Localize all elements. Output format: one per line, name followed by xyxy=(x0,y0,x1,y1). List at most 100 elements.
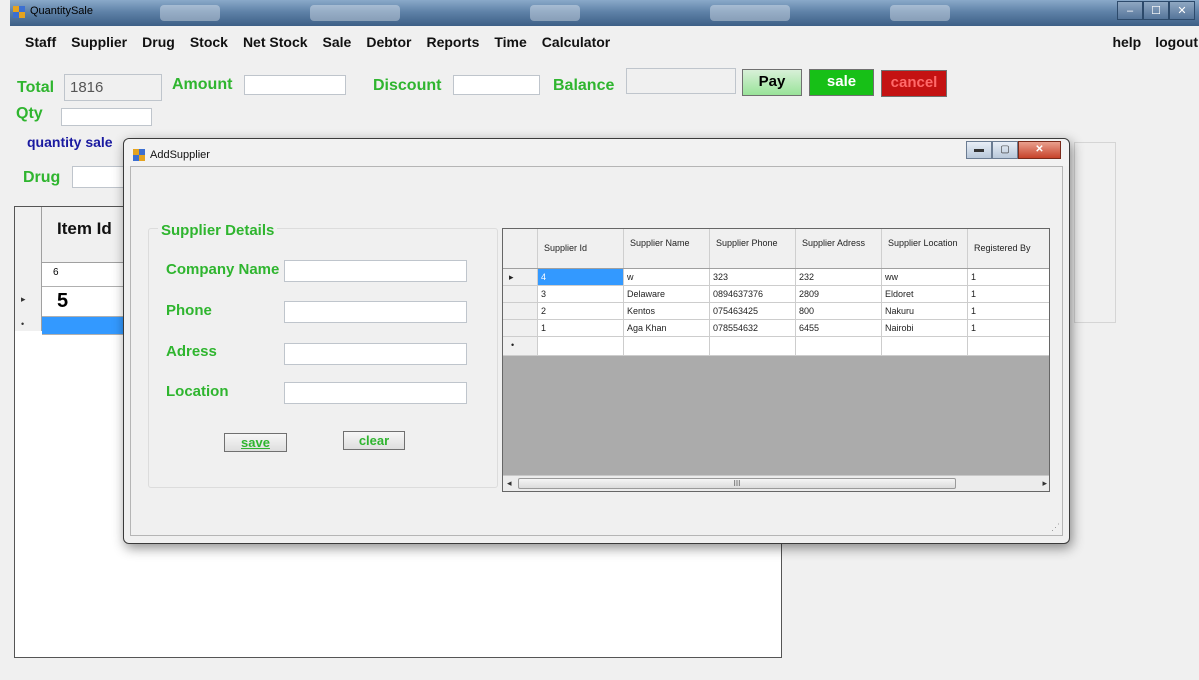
table-cell[interactable]: w xyxy=(624,269,710,285)
table-cell[interactable]: 078554632 xyxy=(710,320,796,336)
table-cell[interactable]: Aga Khan xyxy=(624,320,710,336)
balance-field[interactable] xyxy=(626,68,736,94)
close-button[interactable]: ✕ xyxy=(1169,1,1195,20)
cancel-button[interactable]: cancel xyxy=(881,70,947,97)
column-header[interactable]: Supplier Adress xyxy=(796,229,882,268)
table-cell[interactable] xyxy=(538,337,624,355)
table-cell[interactable]: 075463425 xyxy=(710,303,796,319)
minimize-button[interactable]: – xyxy=(1117,1,1143,20)
app-icon xyxy=(13,6,25,18)
table-cell[interactable] xyxy=(882,337,968,355)
supplier-details-title: Supplier Details xyxy=(158,222,278,239)
menu-help[interactable]: help xyxy=(1112,34,1141,50)
table-cell[interactable]: Kentos xyxy=(624,303,710,319)
table-cell[interactable]: Nakuru xyxy=(882,303,968,319)
table-cell[interactable]: ww xyxy=(882,269,968,285)
table-cell[interactable]: 2 xyxy=(538,303,624,319)
table-cell[interactable]: Delaware xyxy=(624,286,710,302)
total-field[interactable]: 1816 xyxy=(64,74,162,101)
clear-button[interactable]: clear xyxy=(343,431,405,450)
amount-input[interactable] xyxy=(244,75,346,95)
table-row[interactable]: 2 Kentos 075463425 800 Nakuru 1 xyxy=(503,303,1049,320)
item-id-cell[interactable]: 5 xyxy=(57,290,68,313)
app-root: QuantitySale – ☐ ✕ Staff Supplier Drug S… xyxy=(0,0,1199,680)
dialog-close-button[interactable]: ✕ xyxy=(1018,141,1061,159)
table-cell[interactable]: 1 xyxy=(968,269,1049,285)
column-header[interactable]: Supplier Phone xyxy=(710,229,796,268)
table-row-new[interactable]: • xyxy=(503,337,1049,356)
table-row[interactable]: 1 Aga Khan 078554632 6455 Nairobi 1 xyxy=(503,320,1049,337)
table-cell[interactable]: 3 xyxy=(538,286,624,302)
qty-input[interactable] xyxy=(61,108,152,126)
menu-staff[interactable]: Staff xyxy=(25,34,56,50)
supplier-grid[interactable]: Supplier Id Supplier Name Supplier Phone… xyxy=(502,228,1050,492)
scroll-right-icon[interactable]: ▸ xyxy=(1042,478,1047,489)
quantity-sale-label: quantity sale xyxy=(27,134,113,150)
menu-net-stock[interactable]: Net Stock xyxy=(243,34,308,50)
scroll-left-icon[interactable]: ◂ xyxy=(507,478,512,489)
dialog-body: Supplier Details Company Name Phone Adre… xyxy=(130,166,1063,536)
menu-reports[interactable]: Reports xyxy=(426,34,479,50)
table-cell[interactable]: 1 xyxy=(968,320,1049,336)
table-cell[interactable] xyxy=(710,337,796,355)
right-panel xyxy=(1074,142,1116,323)
table-cell[interactable]: Nairobi xyxy=(882,320,968,336)
location-input[interactable] xyxy=(284,382,467,404)
column-header[interactable]: Supplier Name xyxy=(624,229,710,268)
location-label: Location xyxy=(166,383,229,400)
menu-debtor[interactable]: Debtor xyxy=(366,34,411,50)
grid-row-header xyxy=(15,207,42,331)
save-button[interactable]: save xyxy=(224,433,287,452)
item-id-cell[interactable]: 6 xyxy=(53,267,59,278)
discount-label: Discount xyxy=(373,77,442,94)
discount-input[interactable] xyxy=(453,75,540,95)
table-cell[interactable]: 4 xyxy=(538,269,624,285)
table-cell[interactable]: Eldoret xyxy=(882,286,968,302)
address-input[interactable] xyxy=(284,343,467,365)
table-cell[interactable]: 1 xyxy=(968,303,1049,319)
window-title: QuantitySale xyxy=(30,5,93,17)
menu-stock[interactable]: Stock xyxy=(190,34,228,50)
dialog-titlebar[interactable]: AddSupplier ▬ ▢ ✕ xyxy=(124,139,1069,166)
maximize-button[interactable]: ☐ xyxy=(1143,1,1169,20)
scroll-thumb[interactable]: III xyxy=(518,478,956,489)
resize-grip-icon[interactable]: ⋰ xyxy=(1051,522,1060,533)
menu-time[interactable]: Time xyxy=(494,34,526,50)
menu-drug[interactable]: Drug xyxy=(142,34,175,50)
menu-supplier[interactable]: Supplier xyxy=(71,34,127,50)
table-cell[interactable]: 232 xyxy=(796,269,882,285)
table-row[interactable]: 3 Delaware 0894637376 2809 Eldoret 1 xyxy=(503,286,1049,303)
sale-button[interactable]: sale xyxy=(809,69,874,96)
column-header[interactable]: Registered By xyxy=(968,229,1049,268)
table-cell[interactable]: 0894637376 xyxy=(710,286,796,302)
address-label: Adress xyxy=(166,343,217,360)
menu-calculator[interactable]: Calculator xyxy=(542,34,610,50)
menu-bar: Staff Supplier Drug Stock Net Stock Sale… xyxy=(10,26,1199,60)
column-header[interactable]: Supplier Location xyxy=(882,229,968,268)
table-cell[interactable]: 1 xyxy=(968,286,1049,302)
horizontal-scrollbar[interactable]: ◂ III ▸ xyxy=(503,475,1049,491)
menu-sale[interactable]: Sale xyxy=(323,34,352,50)
row-pointer-icon: ▸ xyxy=(21,294,26,304)
table-row[interactable]: ▸ 4 w 323 232 ww 1 xyxy=(503,269,1049,286)
table-cell[interactable] xyxy=(624,337,710,355)
table-cell[interactable] xyxy=(968,337,1049,355)
table-cell[interactable]: 323 xyxy=(710,269,796,285)
pay-button[interactable]: Pay xyxy=(742,69,802,96)
table-cell[interactable]: 6455 xyxy=(796,320,882,336)
window-titlebar[interactable]: QuantitySale – ☐ ✕ xyxy=(10,0,1199,26)
dialog-minimize-button[interactable]: ▬ xyxy=(966,141,992,159)
menu-logout[interactable]: logout xyxy=(1155,34,1198,50)
phone-input[interactable] xyxy=(284,301,467,323)
table-cell[interactable]: 800 xyxy=(796,303,882,319)
total-label: Total xyxy=(17,79,55,96)
table-cell[interactable] xyxy=(796,337,882,355)
table-cell[interactable]: 1 xyxy=(538,320,624,336)
table-cell[interactable]: 2809 xyxy=(796,286,882,302)
item-id-column-header[interactable]: Item Id xyxy=(57,219,117,239)
company-name-input[interactable] xyxy=(284,260,467,282)
dialog-maximize-button[interactable]: ▢ xyxy=(992,141,1018,159)
qty-label: Qty xyxy=(16,105,43,122)
column-header[interactable]: Supplier Id xyxy=(538,229,624,268)
row-pointer-icon: ▸ xyxy=(503,269,538,285)
